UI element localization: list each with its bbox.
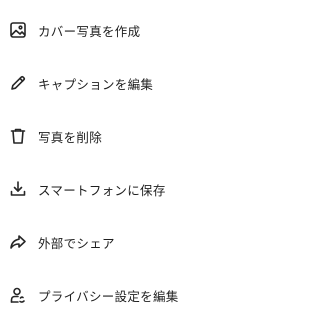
edit-privacy-settings-label: プライバシー設定を編集 bbox=[38, 288, 179, 304]
save-to-phone-label: スマートフォンに保存 bbox=[38, 182, 166, 198]
share-icon bbox=[8, 232, 28, 252]
pencil-icon bbox=[8, 73, 28, 93]
privacy-user-icon bbox=[8, 285, 28, 305]
edit-caption-label: キャプションを編集 bbox=[38, 76, 154, 92]
edit-caption-item[interactable]: キャプションを編集 bbox=[0, 63, 320, 103]
delete-photo-item[interactable]: 写真を削除 bbox=[0, 116, 320, 156]
create-cover-photo-item[interactable]: カバー写真を作成 bbox=[0, 10, 320, 50]
share-externally-item[interactable]: 外部でシェア bbox=[0, 222, 320, 262]
create-cover-photo-label: カバー写真を作成 bbox=[38, 23, 141, 39]
edit-privacy-settings-item[interactable]: プライバシー設定を編集 bbox=[0, 275, 320, 315]
download-icon bbox=[8, 179, 28, 199]
image-icon bbox=[8, 20, 28, 40]
photo-actions-menu: カバー写真を作成 キャプションを編集 写真を削除 スマートフォンに保存 外部でシ… bbox=[0, 0, 320, 320]
delete-photo-label: 写真を削除 bbox=[38, 129, 103, 145]
save-to-phone-item[interactable]: スマートフォンに保存 bbox=[0, 169, 320, 209]
share-externally-label: 外部でシェア bbox=[38, 235, 115, 251]
trash-icon bbox=[8, 126, 28, 146]
